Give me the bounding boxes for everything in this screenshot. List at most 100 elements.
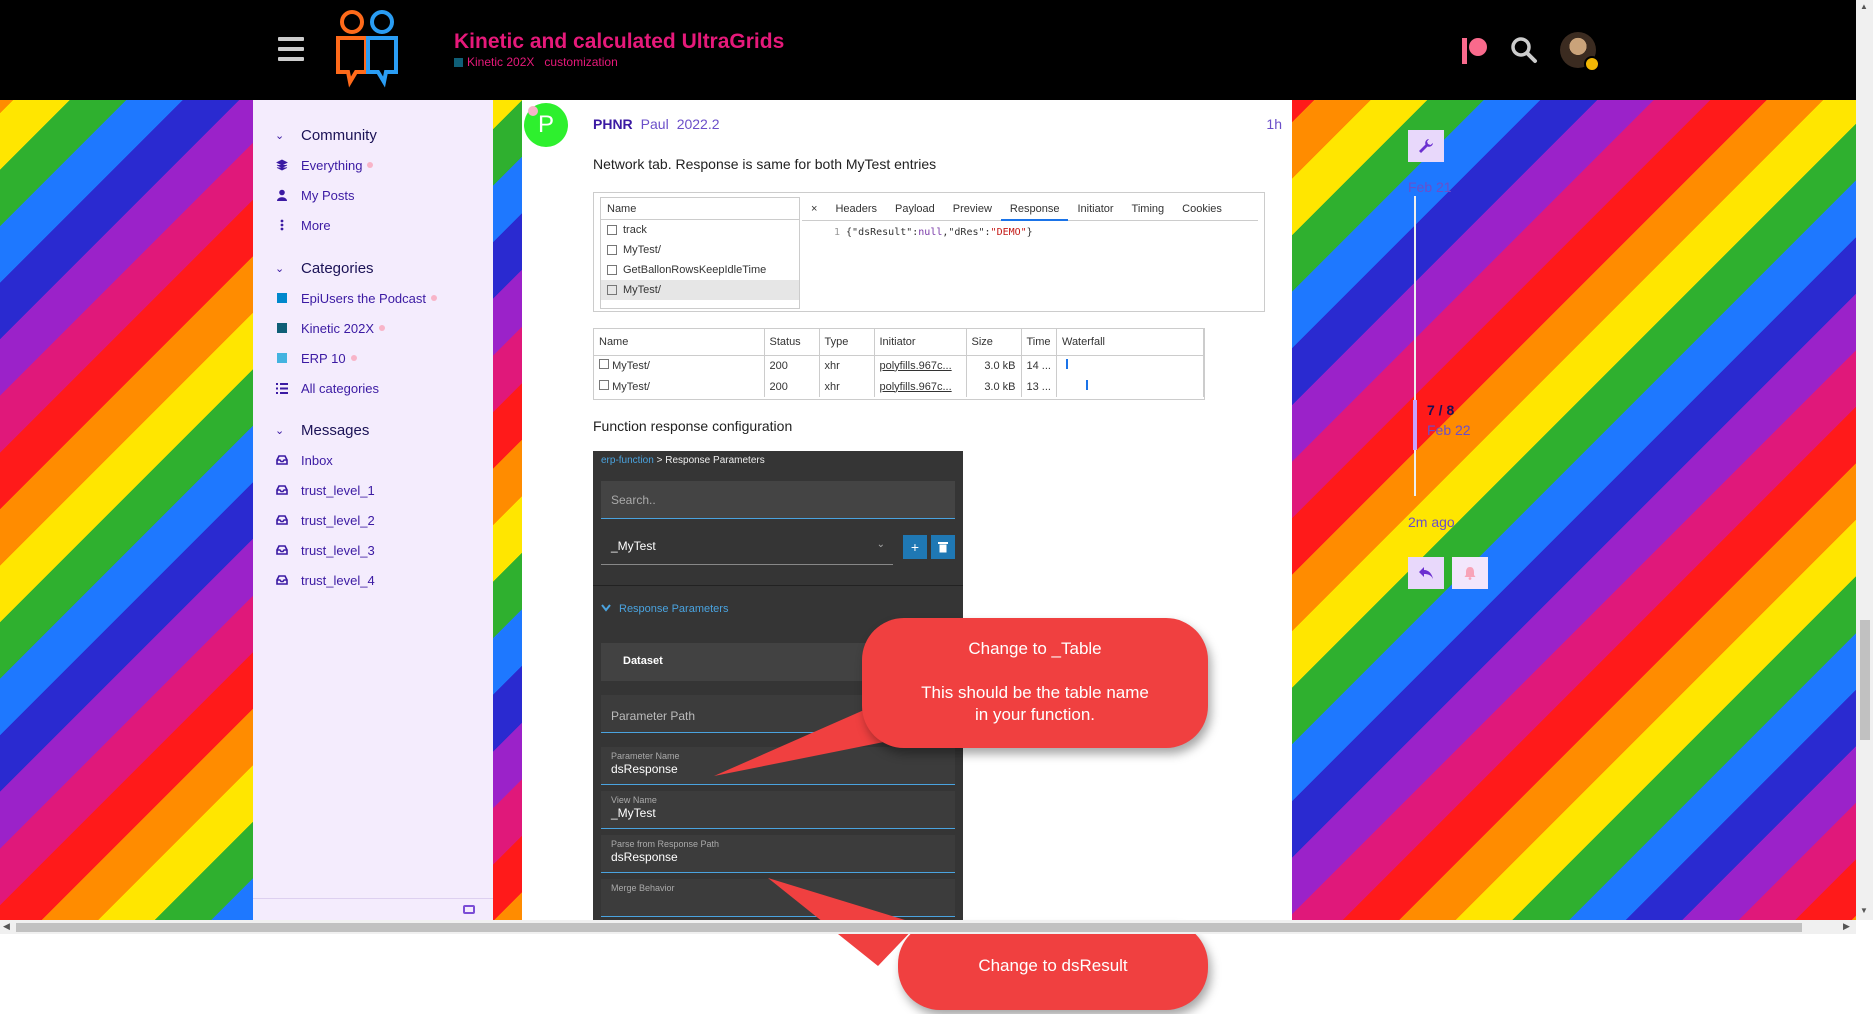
- post-full-name[interactable]: Paul: [641, 116, 669, 132]
- topic-categories: Kinetic 202X customization: [454, 55, 618, 69]
- sidebar-item-erp-10[interactable]: ERP 10: [253, 343, 493, 373]
- tab-payload: Payload: [895, 202, 935, 215]
- request-row: GetBallonRowsKeepIdleTime: [601, 260, 799, 280]
- sidebar: ⌄ Community Everything My Posts More ⌄ Cat…: [253, 100, 493, 920]
- reply-button[interactable]: [1408, 557, 1444, 589]
- reply-icon: [1419, 567, 1433, 579]
- unread-dot: [367, 162, 374, 168]
- chevron-down-icon: ⌄: [275, 129, 285, 142]
- inbox-icon: [275, 455, 289, 465]
- horizontal-scrollbar[interactable]: ◀ ▶: [0, 920, 1856, 934]
- checkbox: [607, 285, 617, 295]
- wrench-icon: [1419, 139, 1433, 153]
- response-body: 1 {"dsResult":null,"dRes":"DEMO"}: [834, 227, 1033, 238]
- category-color-square: [454, 58, 463, 68]
- inbox-icon: [275, 485, 289, 495]
- sidebar-item-all-categories[interactable]: All categories: [253, 373, 493, 403]
- hamburger-menu-icon[interactable]: [278, 37, 304, 61]
- sidebar-item-kinetic-202x[interactable]: Kinetic 202X: [253, 313, 493, 343]
- checkbox: [607, 245, 617, 255]
- notification-badge: [1584, 56, 1600, 72]
- sidebar-item-my-posts[interactable]: My Posts: [253, 180, 493, 210]
- annotation-callout-ds-result: Change to dsResult: [898, 922, 1208, 1010]
- breadcrumb: erp-function > Response Parameters: [601, 455, 765, 466]
- scroll-up-arrow-icon[interactable]: ▲: [1860, 2, 1868, 11]
- sidebar-section-header[interactable]: ⌄ Community: [253, 120, 493, 150]
- sidebar-item-trust-level-3[interactable]: trust_level_3: [253, 535, 493, 565]
- sidebar-section-header[interactable]: ⌄ Messages: [253, 415, 493, 445]
- unread-dot: [379, 325, 385, 331]
- checkbox: [599, 359, 609, 370]
- post-paragraph: Function response configuration: [593, 418, 793, 434]
- topic-title[interactable]: Kinetic and calculated UltraGrids: [454, 30, 784, 54]
- function-select: _MyTest ⌄: [601, 527, 893, 565]
- scroll-left-arrow-icon[interactable]: ◀: [3, 921, 10, 932]
- topic-category-label: Kinetic 202X: [467, 55, 535, 69]
- scroll-right-arrow-icon[interactable]: ▶: [1843, 921, 1850, 932]
- chevron-down-icon: [601, 603, 611, 615]
- post-author-avatar[interactable]: P: [524, 103, 568, 147]
- devtools-response-screenshot[interactable]: Name track MyTest/ GetBallonRowsKeepIdle…: [593, 192, 1265, 312]
- admin-wrench-button[interactable]: [1408, 130, 1444, 162]
- timeline-scroll-handle[interactable]: [1413, 400, 1417, 450]
- inbox-icon: [275, 545, 289, 555]
- unread-dot: [350, 355, 357, 361]
- waterfall-bar: [1085, 380, 1088, 390]
- inbox-icon: [275, 515, 289, 525]
- user-avatar[interactable]: [1560, 32, 1600, 72]
- table-row: MyTest/ 200 xhr polyfills.967c... 3.0 kB…: [594, 355, 1205, 376]
- table-header-row: Name Status Type Initiator Size Time Wat…: [594, 329, 1205, 356]
- config-search-field: Search..: [601, 481, 955, 519]
- timeline-track[interactable]: [1414, 196, 1416, 496]
- post-username[interactable]: PHNR: [593, 116, 633, 132]
- topic-category-badge[interactable]: Kinetic 202X: [454, 55, 534, 69]
- sidebar-item-inbox[interactable]: Inbox: [253, 445, 493, 475]
- topic-tag[interactable]: customization: [544, 55, 617, 69]
- tab-cookies: Cookies: [1182, 202, 1222, 215]
- view-name-field: View Name _MyTest: [601, 791, 955, 829]
- sidebar-footer: [253, 898, 493, 920]
- devtools-network-screenshot[interactable]: Name Status Type Initiator Size Time Wat…: [593, 328, 1205, 400]
- timeline-end-date[interactable]: 2m ago: [1408, 514, 1455, 530]
- timeline-position-date: Feb 22: [1427, 422, 1471, 438]
- topic-post: P PHNR Paul 2022.2 1h Network tab. Respo…: [522, 100, 1292, 920]
- post-meta: PHNR Paul 2022.2: [593, 116, 720, 132]
- scroll-down-arrow-icon[interactable]: ▼: [1860, 906, 1868, 915]
- sidebar-item-trust-level-2[interactable]: trust_level_2: [253, 505, 493, 535]
- site-logo[interactable]: [332, 8, 404, 92]
- sidebar-item-more[interactable]: More: [253, 210, 493, 240]
- close-icon: ×: [811, 202, 818, 215]
- post-age[interactable]: 1h: [1266, 116, 1282, 132]
- timeline-start-date[interactable]: Feb 21: [1408, 179, 1452, 195]
- divider: [593, 585, 963, 586]
- notification-level-button[interactable]: [1452, 557, 1488, 589]
- unread-dot: [431, 295, 438, 301]
- post-paragraph: Network tab. Response is same for both M…: [593, 156, 937, 172]
- sidebar-item-epiusers-podcast[interactable]: EpiUsers the Podcast: [253, 283, 493, 313]
- topic-timeline: Feb 21 7 / 8 Feb 22 2m ago: [1408, 130, 1608, 610]
- checkbox: [607, 225, 617, 235]
- list-icon: [275, 382, 289, 394]
- tab-headers: Headers: [835, 202, 878, 215]
- sidebar-item-trust-level-1[interactable]: trust_level_1: [253, 475, 493, 505]
- search-icon[interactable]: [1510, 36, 1538, 64]
- column-header: Name: [601, 198, 799, 220]
- layers-icon: [275, 159, 289, 171]
- sidebar-item-everything[interactable]: Everything: [253, 150, 493, 180]
- patreon-icon[interactable]: [1460, 36, 1488, 64]
- keyboard-shortcuts-icon[interactable]: [463, 905, 475, 914]
- category-color-square: [277, 323, 287, 333]
- sidebar-section-header[interactable]: ⌄ Categories: [253, 253, 493, 283]
- tab-timing: Timing: [1131, 202, 1165, 215]
- scrollbar-thumb[interactable]: [1860, 620, 1870, 740]
- tab-preview: Preview: [952, 202, 992, 215]
- checkbox: [599, 380, 609, 390]
- devtools-tabs: × Headers Payload Preview Response Initi…: [802, 197, 1258, 221]
- sidebar-item-trust-level-4[interactable]: trust_level_4: [253, 565, 493, 595]
- vertical-ellipsis-icon: [275, 219, 289, 231]
- scrollbar-thumb[interactable]: [16, 923, 1802, 932]
- post-user-title: 2022.2: [676, 116, 720, 132]
- sidebar-section-categories: ⌄ Categories EpiUsers the Podcast Kinetic…: [253, 253, 493, 403]
- user-icon: [275, 189, 289, 201]
- vertical-scrollbar[interactable]: ▲ ▼: [1856, 0, 1873, 920]
